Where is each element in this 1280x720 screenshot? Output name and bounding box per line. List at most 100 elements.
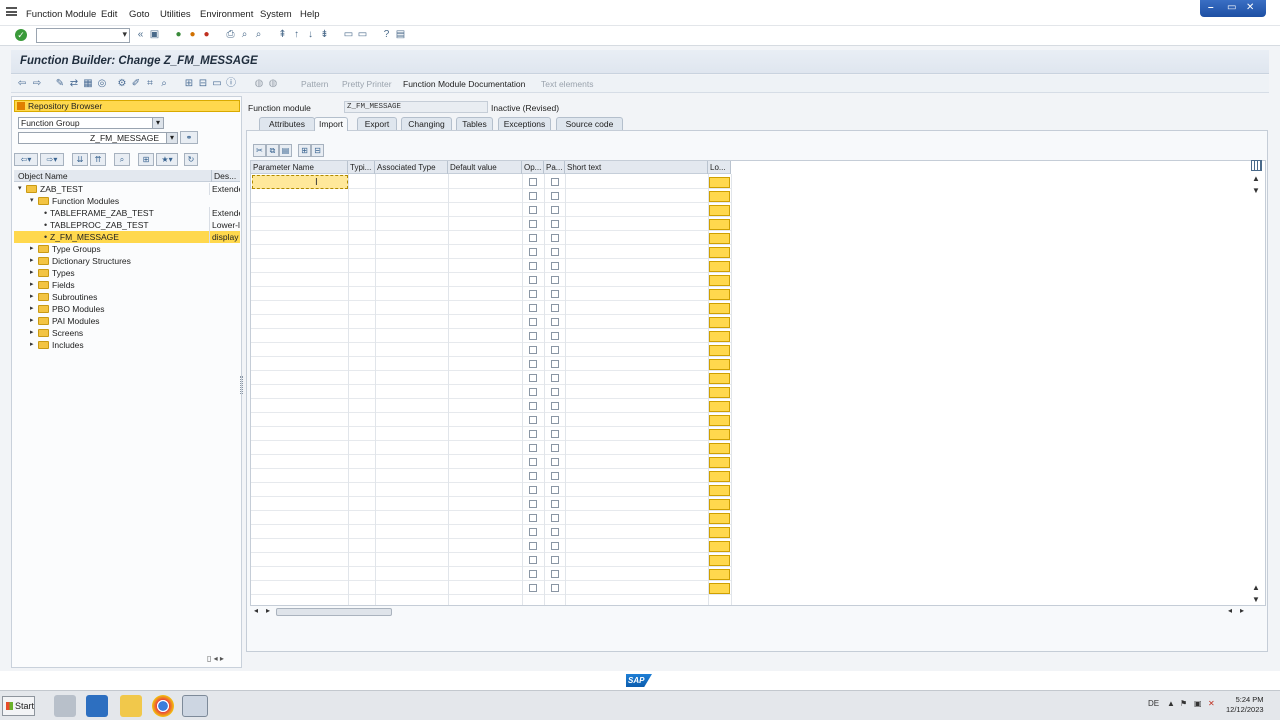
- optional-checkbox[interactable]: [529, 528, 537, 536]
- expanded-arrow-icon[interactable]: ▾: [18, 183, 22, 195]
- optional-checkbox[interactable]: [529, 486, 537, 494]
- cut-icon[interactable]: ✂: [253, 144, 266, 157]
- tree-node[interactable]: •Z_FM_MESSAGE display m: [14, 231, 240, 243]
- flag-icon[interactable]: ⚑: [1180, 699, 1187, 708]
- long-text-button[interactable]: [709, 443, 730, 454]
- cancel-icon[interactable]: ●: [200, 29, 213, 41]
- long-text-button[interactable]: [709, 485, 730, 496]
- insert-row-icon[interactable]: ⊞: [298, 144, 311, 157]
- col-long-text[interactable]: Lo...: [708, 161, 731, 174]
- optional-checkbox[interactable]: [529, 458, 537, 466]
- pass-value-checkbox[interactable]: [551, 570, 559, 578]
- tree-node[interactable]: •TABLEPROC_ZAB_TEST Lower-le: [14, 219, 240, 231]
- pass-value-checkbox[interactable]: [551, 360, 559, 368]
- pass-value-checkbox[interactable]: [551, 248, 559, 256]
- tab-source-code[interactable]: Source code: [556, 117, 623, 130]
- pass-value-checkbox[interactable]: [551, 206, 559, 214]
- chrome-icon[interactable]: [152, 695, 174, 717]
- object-list-icon[interactable]: ⌕: [158, 78, 170, 90]
- long-text-button[interactable]: [709, 429, 730, 440]
- scroll-up-icon[interactable]: ▲: [1252, 174, 1260, 183]
- tree-node[interactable]: ▸ Types: [14, 267, 240, 279]
- new-session-icon[interactable]: ▭: [342, 29, 355, 41]
- check-icon[interactable]: ◎: [96, 78, 108, 90]
- shortcut-icon[interactable]: ▭: [356, 29, 369, 41]
- horizontal-scrollbar[interactable]: ◂ ▸ ◂ ▸: [252, 606, 1252, 617]
- col-object-name[interactable]: Object Name: [18, 170, 68, 182]
- restore-icon[interactable]: ▭: [1227, 2, 1236, 13]
- tree-node[interactable]: ▸ PBO Modules: [14, 303, 240, 315]
- object-name-field[interactable]: Z_FM_MESSAGE ▾: [18, 132, 178, 144]
- tray-expand-icon[interactable]: ▲: [1167, 699, 1175, 708]
- optional-checkbox[interactable]: [529, 374, 537, 382]
- test-icon[interactable]: ✐: [130, 78, 142, 90]
- optional-checkbox[interactable]: [529, 262, 537, 270]
- expand-icon-button[interactable]: ⇈: [90, 153, 106, 166]
- scroll-up-bottom-icon[interactable]: ▲: [1252, 583, 1260, 592]
- long-text-button[interactable]: [709, 331, 730, 342]
- pass-value-checkbox[interactable]: [551, 234, 559, 242]
- long-text-button[interactable]: [709, 569, 730, 580]
- favorites-button[interactable]: ★▾: [156, 153, 178, 166]
- long-text-button[interactable]: [709, 275, 730, 286]
- pass-value-checkbox[interactable]: [551, 444, 559, 452]
- long-text-button[interactable]: [709, 555, 730, 566]
- long-text-button[interactable]: [709, 387, 730, 398]
- pass-value-checkbox[interactable]: [551, 318, 559, 326]
- activate-icon[interactable]: ⚙: [116, 78, 128, 90]
- scroll-down-small-icon[interactable]: ▼: [1252, 186, 1260, 195]
- long-text-button[interactable]: [709, 513, 730, 524]
- optional-checkbox[interactable]: [529, 402, 537, 410]
- clock[interactable]: 5:24 PM 12/12/2023: [1226, 695, 1264, 715]
- system-menu-icon[interactable]: [6, 7, 17, 16]
- optional-checkbox[interactable]: [529, 234, 537, 242]
- last-page-icon[interactable]: ⇟: [318, 29, 331, 41]
- forward-arrow-icon[interactable]: ⇨: [31, 78, 43, 90]
- scroll-left-icon[interactable]: ◂: [254, 606, 258, 615]
- pass-value-checkbox[interactable]: [551, 514, 559, 522]
- col-short-text[interactable]: Short text: [565, 161, 708, 174]
- optional-checkbox[interactable]: [529, 514, 537, 522]
- menu-utilities[interactable]: Utilities: [160, 9, 191, 20]
- long-text-button[interactable]: [709, 527, 730, 538]
- long-text-button[interactable]: [709, 583, 730, 594]
- col-default-value[interactable]: Default value: [448, 161, 522, 174]
- exit-icon[interactable]: ●: [186, 29, 199, 41]
- refresh-button[interactable]: ↻: [184, 153, 198, 166]
- scroll-right-icon[interactable]: ▸: [266, 606, 270, 615]
- pass-value-checkbox[interactable]: [551, 542, 559, 550]
- navigation-icon[interactable]: ⊟: [197, 78, 209, 90]
- long-text-button[interactable]: [709, 233, 730, 244]
- menu-system[interactable]: System: [260, 9, 292, 20]
- pass-value-checkbox[interactable]: [551, 486, 559, 494]
- tab-exceptions[interactable]: Exceptions: [498, 117, 551, 130]
- active-inactive-icon[interactable]: ⇄: [68, 78, 80, 90]
- long-text-button[interactable]: [709, 345, 730, 356]
- scroll-left-end-icon[interactable]: ◂: [1228, 606, 1232, 615]
- optional-checkbox[interactable]: [529, 416, 537, 424]
- optional-checkbox[interactable]: [529, 220, 537, 228]
- scroll-right-end-icon[interactable]: ▸: [1240, 606, 1244, 615]
- display-change-icon[interactable]: ✎: [54, 78, 66, 90]
- long-text-button[interactable]: [709, 359, 730, 370]
- pass-value-checkbox[interactable]: [551, 276, 559, 284]
- optional-checkbox[interactable]: [529, 178, 537, 186]
- find-next-icon[interactable]: ⌕: [252, 29, 265, 41]
- object-type-select[interactable]: Function Group ▾: [18, 117, 164, 129]
- help-icon[interactable]: ?: [380, 29, 393, 41]
- long-text-button[interactable]: [709, 191, 730, 202]
- menu-environment[interactable]: Environment: [200, 9, 253, 20]
- optional-checkbox[interactable]: [529, 570, 537, 578]
- tree-node[interactable]: ▾ Function Modules: [14, 195, 240, 207]
- pass-value-checkbox[interactable]: [551, 402, 559, 410]
- long-text-button[interactable]: [709, 499, 730, 510]
- long-text-button[interactable]: [709, 471, 730, 482]
- expanded-arrow-icon[interactable]: ▾: [30, 195, 34, 207]
- explorer-icon[interactable]: [120, 695, 142, 717]
- pass-value-checkbox[interactable]: [551, 262, 559, 270]
- paste-icon[interactable]: ▤: [279, 144, 292, 157]
- powershell-icon[interactable]: [86, 695, 108, 717]
- col-description[interactable]: Des...: [211, 170, 241, 182]
- optional-checkbox[interactable]: [529, 332, 537, 340]
- previous-object-button[interactable]: ⇦▾: [14, 153, 38, 166]
